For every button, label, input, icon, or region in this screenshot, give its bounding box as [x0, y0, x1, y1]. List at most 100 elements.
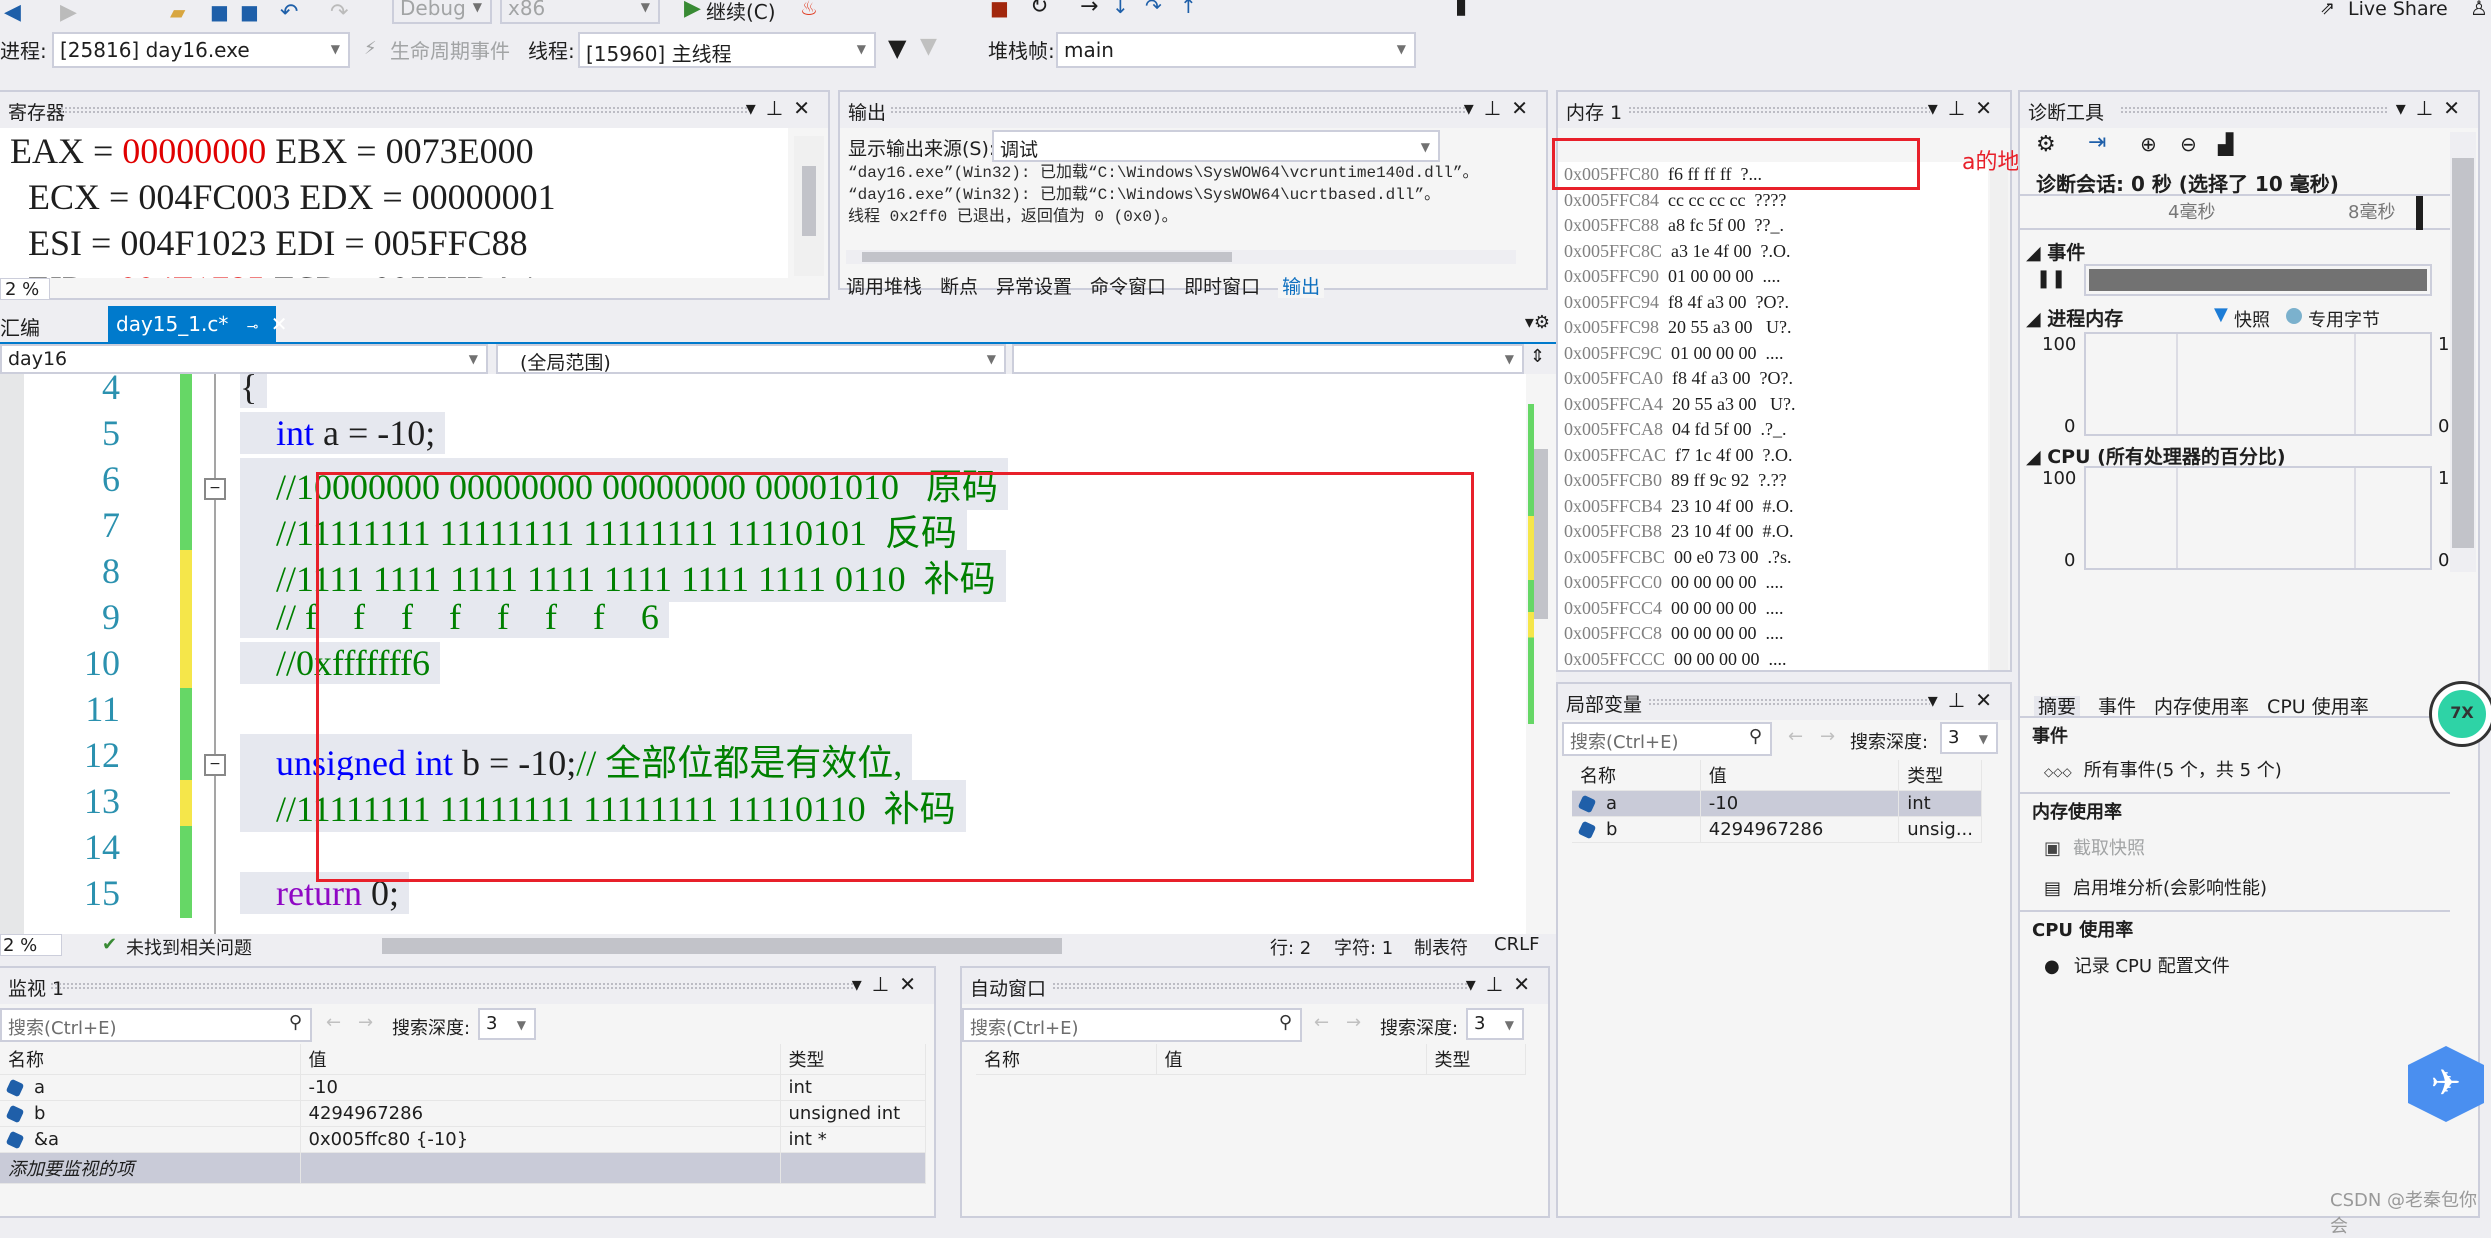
column-header[interactable]: 值 — [300, 1044, 781, 1075]
memory-bytes[interactable]: a8 fc 5f 00 — [1668, 215, 1745, 235]
locals-depth-select[interactable]: 3 ▼ — [1940, 722, 1998, 754]
tab-day15-1-c[interactable]: day15_1.c* ⊸ ✕ — [108, 306, 288, 344]
project-select[interactable]: day16 ▼ — [0, 344, 488, 374]
column-header[interactable]: 名称 — [976, 1044, 1157, 1075]
var-value[interactable]: 4294967286 — [300, 1100, 781, 1127]
memory-bytes[interactable]: 01 00 00 00 — [1668, 266, 1754, 286]
eol-indicator[interactable]: CRLF — [1494, 934, 1539, 955]
memory-bytes[interactable]: 01 00 00 00 — [1671, 343, 1757, 363]
output-tab[interactable]: 即时窗口 — [1184, 276, 1260, 298]
platform-select[interactable]: x86 ▼ — [500, 0, 660, 24]
watch-depth-select[interactable]: 3 ▼ — [478, 1008, 536, 1040]
memory-bytes[interactable]: cc cc cc cc — [1668, 190, 1745, 210]
table-row[interactable]: a -10 int — [1572, 790, 1982, 817]
output-tab[interactable]: 断点 — [940, 276, 978, 298]
panel-controls[interactable]: ▾⊥✕ — [1464, 96, 1538, 120]
panel-controls[interactable]: ▾⊥✕ — [1928, 688, 2002, 712]
memory-bytes[interactable]: f8 4f a3 00 — [1668, 292, 1746, 312]
var-value[interactable]: -10 — [1700, 790, 1900, 817]
search-back-icon[interactable]: ← — [1314, 1012, 1329, 1033]
collapse-toggle-12[interactable]: − — [204, 754, 226, 776]
search-back-icon[interactable]: ← — [1788, 726, 1803, 747]
editor-zoom-select[interactable]: 2 % — [0, 934, 62, 956]
open-folder-icon[interactable]: ▰ — [170, 0, 185, 24]
memory-bytes[interactable]: 20 55 a3 00 — [1672, 394, 1757, 414]
events-section-label[interactable]: ◢ 事件 — [2026, 238, 2085, 265]
search-back-icon[interactable]: ← — [326, 1012, 341, 1033]
pause-icon[interactable]: ❚❚ — [2036, 268, 2066, 289]
forward-icon[interactable]: ▶ — [60, 0, 77, 25]
memory-section-label[interactable]: ◢ 进程内存 — [2026, 304, 2123, 331]
tabs-indicator[interactable]: 制表符 — [1414, 934, 1468, 960]
collapse-toggle-6[interactable]: − — [204, 478, 226, 500]
tab-disassembly[interactable]: 汇编 — [0, 312, 40, 341]
bookmark-icon[interactable]: ▮ — [1455, 0, 1467, 19]
cpu-section-label[interactable]: ◢ CPU (所有处理器的百分比) — [2026, 442, 2286, 469]
output-tab[interactable]: 命令窗口 — [1090, 276, 1166, 298]
panel-controls[interactable]: ▾⊥✕ — [746, 96, 820, 120]
memory-bytes[interactable]: 89 ff 9c 92 — [1671, 470, 1749, 490]
memory-bytes[interactable]: 00 00 00 00 — [1671, 598, 1757, 618]
tab-settings-icon[interactable]: ▾⚙ — [1525, 312, 1550, 333]
all-events-link[interactable]: ◇◇◇ 所有事件(5 个，共 5 个) — [2044, 756, 2282, 782]
output-hscrollbar[interactable] — [846, 250, 1516, 264]
diagnostics-tab[interactable]: 内存使用率 — [2154, 696, 2249, 718]
memory-bytes[interactable]: 00 00 00 00 — [1671, 623, 1757, 643]
filter-icon[interactable]: ▼ — [888, 34, 906, 62]
zoom-in-icon[interactable]: ⊕ — [2140, 132, 2157, 156]
thread-select[interactable]: [15960] 主线程 ▼ — [578, 32, 876, 68]
table-row[interactable]: b 4294967286 unsigned int — [0, 1100, 926, 1127]
char-indicator[interactable]: 字符: 1 — [1334, 934, 1393, 960]
redo-icon[interactable]: ↷ — [330, 0, 348, 25]
step-out-icon[interactable]: ↑ — [1180, 0, 1197, 18]
account-icon[interactable]: ♙ — [2470, 0, 2488, 20]
zoom-out-icon[interactable]: ⊖ — [2180, 132, 2197, 156]
floating-bird-widget[interactable]: ✈ — [2408, 1046, 2484, 1122]
process-select[interactable]: [25816] day16.exe ▼ — [52, 32, 350, 68]
step-into-icon[interactable]: ↓ — [1112, 0, 1129, 18]
diagnostics-tab[interactable]: CPU 使用率 — [2267, 696, 2369, 718]
save-icon[interactable]: ■ — [210, 0, 229, 24]
timeline-selection-handle[interactable] — [2416, 196, 2423, 230]
diagnostics-tab[interactable]: 摘要 — [2034, 696, 2081, 718]
memory-bytes[interactable]: f7 1c 4f 00 — [1675, 445, 1753, 465]
diagnostics-scrollbar[interactable] — [2450, 132, 2476, 572]
memory-bytes[interactable]: a3 1e 4f 00 — [1671, 241, 1751, 261]
take-snapshot-button[interactable]: ▣ 截取快照 — [2044, 834, 2145, 860]
floating-mascot-widget[interactable]: 7X — [2432, 684, 2491, 744]
continue-button[interactable]: 继续(C) — [706, 0, 776, 25]
stackframe-select[interactable]: main ▼ — [1056, 32, 1416, 68]
memory-bytes[interactable]: 20 55 a3 00 — [1668, 317, 1753, 337]
output-tab[interactable]: 异常设置 — [996, 276, 1072, 298]
filter-disabled-icon[interactable]: ▼ — [920, 34, 937, 59]
config-select[interactable]: Debug ▼ — [392, 0, 492, 24]
var-value[interactable]: 0x005ffc80 {-10} — [300, 1126, 781, 1153]
memory-bytes[interactable]: 00 e0 73 00 — [1674, 547, 1759, 567]
table-row[interactable]: b 4294967286 unsig... — [1572, 816, 1982, 843]
editor-hscrollbar[interactable] — [382, 938, 1062, 954]
column-header[interactable]: 名称 — [1572, 760, 1701, 791]
editor-vscrollbar[interactable] — [1526, 374, 1556, 934]
column-header[interactable]: 类型 — [1898, 760, 1982, 791]
pin-icon[interactable]: ⊸ — [247, 319, 259, 335]
table-row[interactable]: a -10 int — [0, 1074, 926, 1101]
member-select[interactable]: ▼ — [1012, 344, 1524, 374]
record-cpu-button[interactable]: ● 记录 CPU 配置文件 — [2044, 952, 2230, 978]
hot-reload-icon[interactable]: ♨ — [800, 0, 818, 20]
lifecycle-events-button[interactable]: 生命周期事件 — [390, 35, 510, 64]
add-watch-row[interactable]: 添加要监视的项 — [0, 1152, 926, 1184]
memory-bytes[interactable]: 04 fd 5f 00 — [1672, 419, 1752, 439]
table-row[interactable]: &a 0x005ffc80 {-10} int * — [0, 1126, 926, 1153]
save-all-icon[interactable]: ■ — [240, 0, 259, 24]
memory-bytes[interactable]: 00 00 00 00 — [1674, 649, 1760, 669]
memory-scrollbar[interactable] — [1990, 162, 2008, 670]
stop-icon[interactable]: ■ — [990, 0, 1009, 20]
diagnostics-tab[interactable]: 事件 — [2098, 696, 2136, 718]
search-forward-icon[interactable]: → — [358, 1012, 373, 1033]
memory-bytes[interactable]: f8 4f a3 00 — [1672, 368, 1750, 388]
reset-view-icon[interactable]: ▟ — [2218, 132, 2233, 156]
column-header[interactable]: 类型 — [780, 1044, 926, 1075]
output-tab[interactable]: 输出 — [1278, 276, 1325, 298]
panel-controls[interactable]: ▾⊥✕ — [2396, 96, 2470, 120]
undo-icon[interactable]: ↶ — [280, 0, 298, 25]
